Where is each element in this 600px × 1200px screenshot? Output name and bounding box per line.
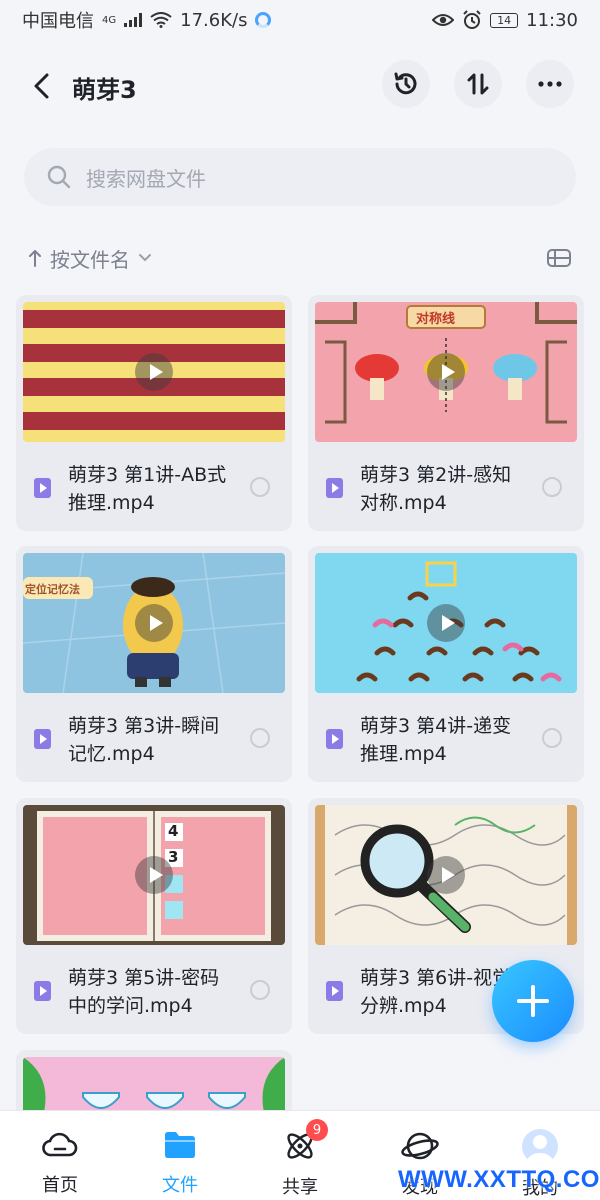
video-thumbnail [315, 805, 577, 945]
folder-icon [165, 1132, 195, 1158]
play-icon [427, 604, 465, 642]
thumbnail-number: 4 [168, 822, 179, 840]
video-thumbnail [23, 1057, 285, 1110]
file-name: 萌芽3 第4讲-递变推理.mp4 [360, 715, 512, 765]
file-card[interactable] [16, 1050, 292, 1110]
file-card[interactable]: 萌芽3 第1讲-AB式推理.mp4 [16, 295, 292, 531]
select-checkbox[interactable] [542, 477, 562, 497]
play-icon [135, 353, 173, 391]
video-thumbnail [23, 302, 285, 442]
select-checkbox[interactable] [250, 980, 270, 1000]
file-name: 萌芽3 第5讲-密码中的学问.mp4 [68, 967, 220, 1017]
signal-icon [124, 13, 143, 27]
add-button[interactable] [492, 960, 574, 1042]
sort-by-name-button[interactable]: 按文件名 [28, 244, 152, 273]
select-checkbox[interactable] [542, 728, 562, 748]
avatar-icon [522, 1129, 558, 1164]
file-name: 萌芽3 第3讲-瞬间记忆.mp4 [68, 715, 220, 765]
video-file-icon [326, 729, 343, 749]
notification-badge: 9 [306, 1119, 328, 1141]
alarm-icon [463, 10, 481, 29]
back-button[interactable] [26, 68, 56, 104]
network-speed: 17.6K/s [180, 9, 248, 31]
search-icon [47, 165, 71, 189]
nav-item-home[interactable]: 首页 [0, 1111, 120, 1200]
sort-row: 按文件名 [28, 240, 572, 276]
file-name: 萌芽3 第2讲-感知对称.mp4 [360, 464, 512, 514]
video-file-icon [34, 981, 51, 1001]
planet-icon [401, 1132, 439, 1160]
chevron-down-icon [139, 254, 151, 262]
battery-level: 14 [497, 13, 512, 27]
history-icon [394, 72, 417, 95]
video-file-icon [34, 478, 51, 498]
more-icon [538, 81, 562, 87]
network-label: 4G [102, 15, 117, 26]
video-thumbnail: 对称线 [315, 302, 577, 442]
cloud-icon [42, 1132, 78, 1157]
search-placeholder: 搜索网盘文件 [86, 166, 206, 191]
nav-label: 首页 [42, 1175, 78, 1196]
nav-label: 文件 [162, 1175, 198, 1196]
header: 萌芽3 [0, 58, 600, 114]
sort-up-arrow-icon [29, 250, 41, 267]
file-name: 萌芽3 第1讲-AB式推理.mp4 [68, 464, 227, 514]
back-arrow-icon [34, 73, 49, 99]
nav-item-share[interactable]: 9 共享 [240, 1111, 360, 1200]
video-file-icon [326, 981, 343, 1001]
nav-label: 共享 [282, 1177, 318, 1198]
file-card[interactable]: 定位记忆法 萌芽3 第3讲-瞬间记忆.mp4 [16, 546, 292, 782]
file-card[interactable]: 对称线 萌芽3 第2讲-感知对称.mp4 [308, 295, 584, 531]
sort-button[interactable] [454, 60, 502, 108]
play-icon [427, 856, 465, 894]
plus-icon [517, 985, 549, 1017]
file-card[interactable]: 4 3 萌芽3 第5讲-密码中的学问.mp4 [16, 798, 292, 1034]
select-checkbox[interactable] [250, 728, 270, 748]
video-thumbnail: 4 3 [23, 805, 285, 945]
video-thumbnail [315, 553, 577, 693]
play-icon [135, 604, 173, 642]
search-bar[interactable]: 搜索网盘文件 [24, 148, 576, 206]
app-gauge-icon [255, 12, 272, 28]
video-file-icon [326, 478, 343, 498]
watermark-text: WWW.XXTTQ.COM [398, 1166, 600, 1193]
time-label: 11:30 [526, 9, 578, 31]
thumbnail-caption: 定位记忆法 [25, 583, 80, 596]
wifi-icon [150, 12, 172, 28]
video-file-icon [34, 729, 51, 749]
play-icon [427, 353, 465, 391]
video-thumbnail: 定位记忆法 [23, 553, 285, 693]
carrier-label: 中国电信 [22, 11, 94, 32]
thumbnail-caption: 对称线 [416, 312, 456, 327]
sort-label: 按文件名 [50, 247, 130, 272]
play-icon [135, 856, 173, 894]
status-bar: 中国电信 4G 17.6K/s 14 11:30 [0, 0, 600, 40]
eye-icon [432, 14, 455, 26]
battery-icon: 14 [490, 12, 519, 28]
more-button[interactable] [526, 60, 574, 108]
list-view-icon[interactable] [546, 247, 572, 269]
nav-item-files[interactable]: 文件 [120, 1111, 240, 1200]
sort-icon [467, 73, 489, 95]
history-button[interactable] [382, 60, 430, 108]
select-checkbox[interactable] [250, 477, 270, 497]
page-title: 萌芽3 [72, 76, 137, 104]
file-card[interactable]: 萌芽3 第4讲-递变推理.mp4 [308, 546, 584, 782]
